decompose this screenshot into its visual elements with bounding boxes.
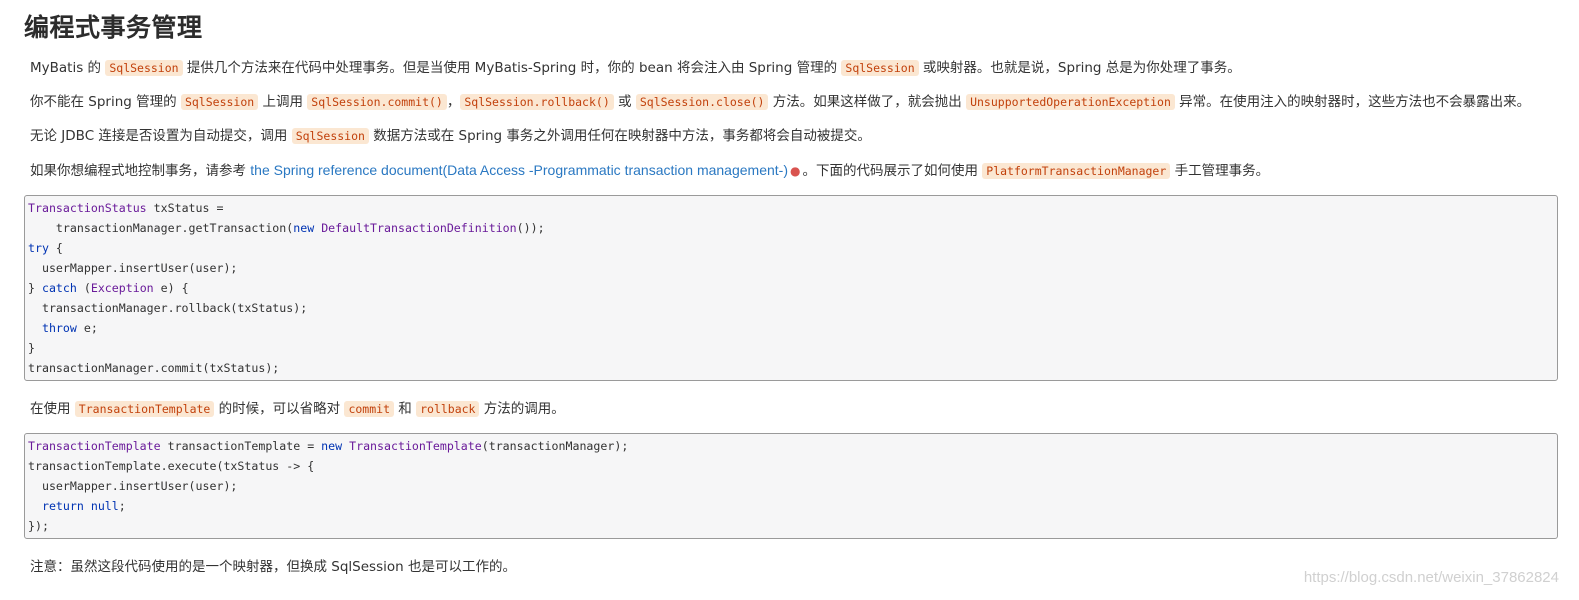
code-line: } bbox=[28, 341, 35, 355]
inline-code: SqlSession bbox=[841, 60, 919, 76]
code-line: transactionManager.rollback(txStatus); bbox=[28, 301, 308, 315]
paragraph-autocommit: 无论 JDBC 连接是否设置为自动提交，调用 SqlSession 数据方法或在… bbox=[30, 128, 871, 144]
code-line: TransactionStatus txStatus = bbox=[28, 201, 224, 215]
inline-code: SqlSession bbox=[180, 94, 259, 110]
code-block-manual-transaction: TransactionStatus txStatus = transaction… bbox=[24, 195, 1558, 381]
code-line: TransactionTemplate transactionTemplate … bbox=[28, 439, 629, 453]
code-line: userMapper.insertUser(user); bbox=[28, 261, 238, 275]
inline-code: SqlSession.commit() bbox=[307, 94, 447, 110]
code-line: transactionManager.getTransaction(new De… bbox=[28, 221, 545, 235]
code-line: try { bbox=[28, 241, 63, 255]
code-line: } catch (Exception e) { bbox=[28, 281, 189, 295]
code-line: userMapper.insertUser(user); bbox=[28, 479, 238, 493]
inline-code: SqlSession.rollback() bbox=[460, 94, 614, 110]
code-line: transactionTemplate.execute(txStatus -> … bbox=[28, 459, 315, 473]
external-link-icon: ● bbox=[789, 164, 801, 178]
code-line: }); bbox=[28, 519, 49, 533]
spring-reference-link[interactable]: the Spring reference document(Data Acces… bbox=[250, 162, 788, 178]
inline-code: SqlSession bbox=[291, 128, 369, 144]
watermark: https://blog.csdn.net/weixin_37862824 bbox=[1303, 569, 1559, 586]
inline-code: TransactionTemplate bbox=[74, 401, 215, 417]
inline-code: PlatformTransactionManager bbox=[982, 163, 1171, 179]
code-line: transactionManager.commit(txStatus); bbox=[28, 361, 280, 375]
code-line: throw e; bbox=[41, 321, 98, 335]
inline-code: commit bbox=[344, 401, 394, 417]
inline-code: rollback bbox=[416, 401, 480, 417]
code-block-transaction-template: TransactionTemplate transactionTemplate … bbox=[24, 433, 1558, 539]
paragraph-template: 在使用 TransactionTemplate 的时候，可以省略对 commit… bbox=[30, 401, 565, 417]
code-line: return null; bbox=[41, 499, 126, 513]
paragraph-reference: 如果你想编程式地控制事务，请参考 the Spring reference do… bbox=[30, 162, 1270, 179]
inline-code: UnsupportedOperationException bbox=[966, 94, 1175, 110]
inline-code: SqlSession.close() bbox=[635, 94, 769, 110]
page-title: 编程式事务管理 bbox=[24, 13, 203, 42]
article: 编程式事务管理 MyBatis 的 SqlSession 提供几个方法来在代码中… bbox=[24, 12, 1558, 591]
paragraph-restrictions: 你不能在 Spring 管理的 SqlSession 上调用 SqlSessio… bbox=[30, 94, 1531, 110]
inline-code: SqlSession bbox=[105, 60, 183, 76]
paragraph-intro: MyBatis 的 SqlSession 提供几个方法来在代码中处理事务。但是当… bbox=[30, 60, 1241, 76]
